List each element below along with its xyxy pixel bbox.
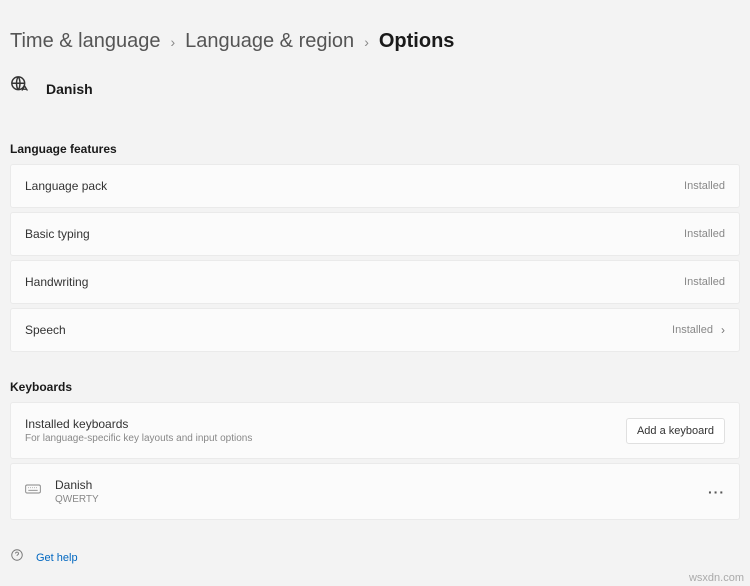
features-list: Language pack Installed Basic typing Ins… [10,164,740,352]
breadcrumb-options: Options [379,30,455,53]
feature-title: Handwriting [25,275,88,289]
keyboard-layout: QWERTY [55,494,99,505]
breadcrumb-language-region[interactable]: Language & region [185,30,354,53]
feature-language-pack[interactable]: Language pack Installed [10,164,740,208]
feature-basic-typing[interactable]: Basic typing Installed [10,212,740,256]
feature-title: Basic typing [25,227,90,241]
help-icon [10,548,24,567]
help-row: Get help [10,548,740,567]
get-help-link[interactable]: Get help [36,552,78,564]
keyboards-header-title: Installed keyboards [25,417,252,431]
keyboards-header-card: Installed keyboards For language-specifi… [10,402,740,459]
feature-status: Installed [684,228,725,240]
breadcrumb-time-language[interactable]: Time & language [10,30,160,53]
keyboard-name: Danish [55,478,99,492]
feature-title: Speech [25,323,66,337]
feature-speech[interactable]: Speech Installed › [10,308,740,352]
feature-status: Installed [684,276,725,288]
chevron-right-icon: › [364,34,369,50]
feature-status-text: Installed [672,324,713,336]
breadcrumb: Time & language › Language & region › Op… [10,30,740,53]
feature-title: Language pack [25,179,107,193]
feature-status: Installed › [672,323,725,337]
add-keyboard-button[interactable]: Add a keyboard [626,418,725,444]
keyboards-list: Installed keyboards For language-specifi… [10,402,740,520]
keyboards-header-sub: For language-specific key layouts and in… [25,433,252,444]
more-options-icon[interactable]: ··· [708,484,725,500]
keyboard-icon [25,482,41,501]
language-header: Danish [10,75,740,102]
section-label-keyboards: Keyboards [10,380,740,394]
feature-status: Installed [684,180,725,192]
keyboard-item[interactable]: Danish QWERTY ··· [10,463,740,520]
feature-handwriting[interactable]: Handwriting Installed [10,260,740,304]
watermark: wsxdn.com [689,572,744,584]
language-name: Danish [46,81,93,97]
chevron-right-icon: › [721,323,725,337]
chevron-right-icon: › [170,34,175,50]
section-label-features: Language features [10,142,740,156]
globe-language-icon [10,75,32,102]
